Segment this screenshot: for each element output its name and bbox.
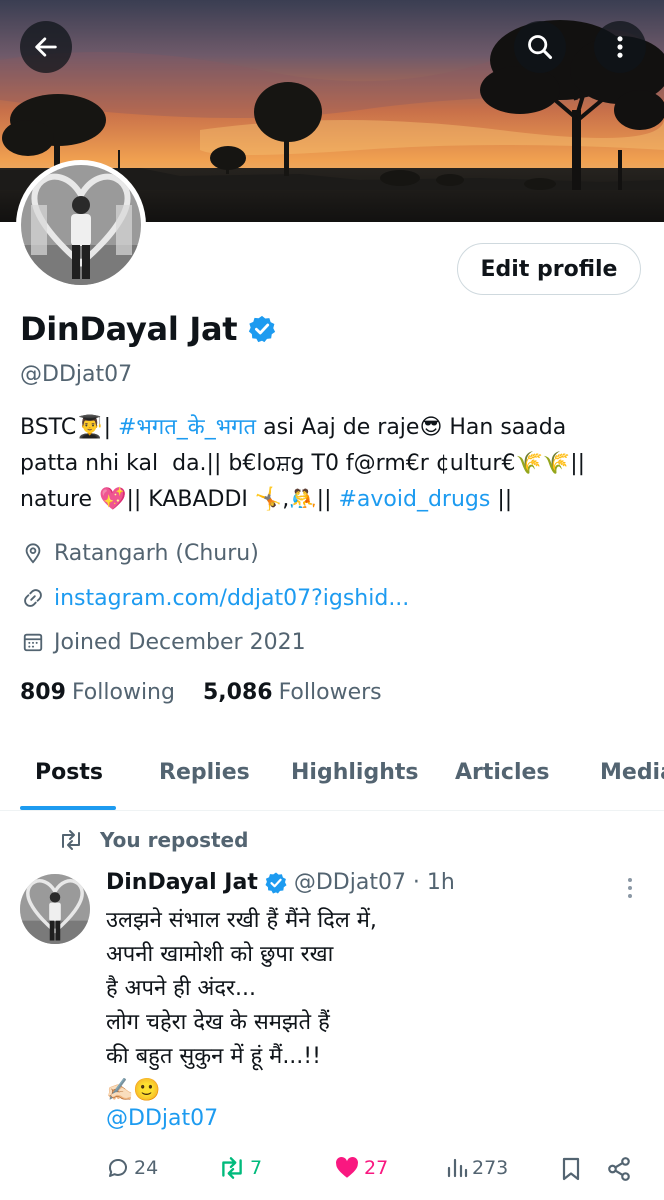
- repost-button[interactable]: 7: [218, 1156, 262, 1180]
- tab-articles[interactable]: Articles: [455, 760, 550, 785]
- more-options-button[interactable]: [594, 21, 646, 73]
- tab-replies[interactable]: Replies: [159, 760, 250, 785]
- bio-text: patta nhi kal da.|| b€loਸ਼g T0 f@rm€r ¢u…: [20, 451, 586, 476]
- bio-hashtag-link[interactable]: #भगत_के_भगत: [118, 415, 256, 440]
- bar-chart-icon: [447, 1158, 468, 1178]
- followers-label: Followers: [278, 680, 382, 705]
- post-actions: 24 7 27 273: [0, 1152, 664, 1186]
- reply-count: 24: [134, 1157, 159, 1179]
- bio-text: nature 💖|| KABADDI 🤸,🤼||: [20, 487, 339, 512]
- views-button[interactable]: 273: [446, 1156, 508, 1180]
- search-button[interactable]: [514, 21, 566, 73]
- follow-counts: 809 Following 5,086 Followers: [20, 680, 410, 705]
- verified-badge-icon[interactable]: [247, 314, 277, 344]
- verified-badge-icon: [264, 871, 288, 895]
- post-mention-link[interactable]: @DDjat07: [106, 1106, 218, 1131]
- like-count: 27: [364, 1157, 389, 1179]
- link-icon: [20, 585, 46, 611]
- following-count: 809: [20, 680, 66, 705]
- share-button[interactable]: [606, 1156, 632, 1182]
- bio-hashtag-link[interactable]: #avoid_drugs: [338, 487, 490, 512]
- calendar-icon: [20, 629, 46, 655]
- profile-bio: BSTC👨‍🎓| #भगत_के_भगत asi Aaj de raje😎 Ha…: [20, 410, 650, 518]
- website-row: instagram.com/ddjat07?igshid...: [20, 585, 409, 611]
- following-label: Following: [71, 680, 175, 705]
- post-body: उलझने संभाल रखी हैं मैंने दिल में, अपनी …: [106, 908, 377, 1103]
- back-button[interactable]: [20, 21, 72, 73]
- more-vertical-icon: [628, 878, 632, 898]
- website-link[interactable]: instagram.com/ddjat07?igshid...: [54, 586, 409, 611]
- display-name: DinDayal Jat: [20, 310, 238, 348]
- bio-text: ||: [490, 487, 513, 512]
- reply-icon: [108, 1159, 127, 1177]
- active-tab-indicator: [20, 806, 116, 810]
- followers-count: 5,086: [202, 680, 273, 705]
- like-button[interactable]: 27: [334, 1156, 388, 1180]
- profile-avatar[interactable]: [16, 160, 146, 290]
- heart-icon: [336, 1157, 358, 1178]
- bookmark-icon: [562, 1157, 580, 1181]
- repost-icon: [58, 829, 84, 851]
- post-handle-time: @DDjat07 · 1h: [293, 870, 455, 895]
- profile-handle: @DDjat07: [20, 362, 133, 387]
- location-text: Ratangarh (Churu): [54, 540, 259, 566]
- bio-text: asi Aaj de raje😎 Han saada: [256, 415, 567, 440]
- repost-count: 7: [250, 1157, 263, 1179]
- bookmark-button[interactable]: [560, 1156, 582, 1182]
- arrow-left-icon: [35, 37, 57, 57]
- search-icon: [528, 35, 553, 60]
- following-link[interactable]: 809 Following: [20, 680, 175, 705]
- share-icon: [608, 1157, 630, 1181]
- edit-profile-button[interactable]: Edit profile: [457, 243, 641, 295]
- tab-posts[interactable]: Posts: [35, 760, 103, 785]
- joined-text: Joined December 2021: [54, 629, 306, 655]
- post-more-button[interactable]: [620, 876, 640, 904]
- location-pin-icon: [20, 540, 46, 566]
- bio-text: BSTC👨‍🎓|: [20, 415, 118, 440]
- post-author-name[interactable]: DinDayal Jat: [106, 870, 258, 895]
- tab-highlights[interactable]: Highlights: [291, 760, 418, 785]
- repost-icon: [222, 1157, 242, 1179]
- location-row: Ratangarh (Churu): [20, 540, 259, 566]
- repost-label: You reposted: [100, 828, 249, 852]
- views-count: 273: [472, 1157, 509, 1179]
- more-vertical-icon: [617, 36, 623, 58]
- profile-tabs: Posts Replies Highlights Articles Media: [0, 748, 664, 811]
- joined-row: Joined December 2021: [20, 629, 306, 655]
- tab-media[interactable]: Media: [600, 760, 664, 785]
- reply-button[interactable]: 24: [106, 1156, 158, 1180]
- profile-name-row: DinDayal Jat: [20, 310, 277, 348]
- followers-link[interactable]: 5,086 Followers: [203, 680, 382, 705]
- avatar-photo: [20, 874, 90, 944]
- repost-context: You reposted: [58, 828, 248, 852]
- avatar-photo: [21, 165, 141, 285]
- post-author-avatar[interactable]: [20, 874, 90, 944]
- post-header: DinDayal Jat @DDjat07 · 1h: [106, 870, 455, 895]
